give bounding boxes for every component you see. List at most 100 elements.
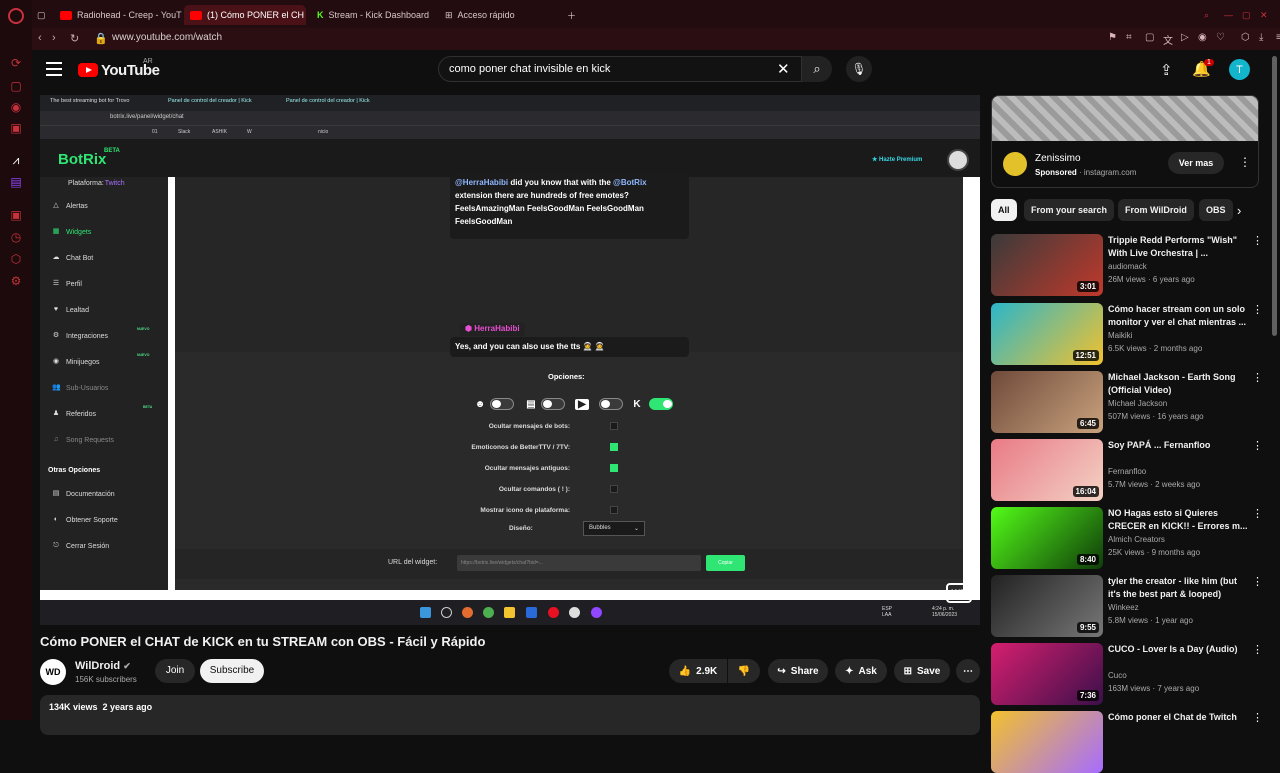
copy-button[interactable]: Copiar [706, 555, 745, 571]
recommended-video[interactable]: 3:01 Trippie Redd Performs "Wish" With Li… [991, 234, 1269, 296]
ad-cta-button[interactable]: Ver mas [1168, 152, 1224, 174]
video-thumbnail[interactable]: 12:51 [991, 303, 1103, 365]
description-box[interactable]: 134K views 2 years ago [40, 695, 980, 735]
sidebar-item[interactable]: △ Alertas [52, 202, 88, 210]
youtube-side-icon[interactable]: ▣ [8, 120, 24, 136]
translate-icon[interactable]: 文 [1163, 32, 1173, 47]
widget-url-input[interactable]: https://botrix.live/widgets/chat?bid=... [457, 555, 701, 571]
sidebar-item[interactable]: ◉ Minijuegos [52, 358, 100, 366]
sidebar-item[interactable]: ▦ Widgets [52, 228, 92, 236]
twitch-side-icon[interactable]: ▤ [8, 174, 24, 190]
youtube-toggle[interactable] [599, 398, 623, 410]
sidebar-item[interactable]: ♟ Referidos [52, 410, 96, 418]
other-option-item[interactable]: ⎋ Cerrar Sesión [52, 542, 109, 550]
channel-watermark[interactable]: WD [946, 583, 972, 603]
video-thumbnail[interactable]: 3:01 [991, 234, 1103, 296]
close-window-icon[interactable]: ✕ [1260, 5, 1268, 25]
tab-acceso-rapido[interactable]: ⊞ Acceso rápido [445, 5, 545, 25]
forward-icon[interactable]: › [52, 32, 56, 44]
recommended-video[interactable]: 9:55 tyler the creator - like him (but it… [991, 575, 1269, 637]
url-field[interactable]: www.youtube.com/watch [112, 32, 222, 43]
more-options-icon[interactable]: ⋮ [1252, 371, 1263, 384]
more-options-icon[interactable]: ⋮ [1252, 575, 1263, 588]
extension-icon[interactable]: ⬡ [1241, 32, 1250, 43]
chip-obs[interactable]: OBS [1199, 199, 1233, 221]
sidebar-item[interactable]: ♥ Lealtad [52, 306, 89, 314]
maximize-icon[interactable]: ▢ [1242, 5, 1251, 25]
recommended-video[interactable]: 8:40 NO Hagas esto si Quieres CRECER en K… [991, 507, 1269, 569]
menu-icon[interactable]: ≡ [1276, 32, 1280, 43]
channel-name[interactable]: WilDroid ✔ [75, 660, 131, 672]
clear-search-icon[interactable]: ✕ [777, 60, 790, 78]
scrollbar[interactable] [1272, 56, 1277, 336]
music-side-icon[interactable]: ▣ [8, 207, 24, 223]
tab-kick-dashboard[interactable]: K Stream - Kick Dashboard [317, 5, 447, 25]
video-thumbnail[interactable]: 16:04 [991, 439, 1103, 501]
dislike-button[interactable]: 👎 [728, 659, 760, 683]
heart-icon[interactable]: ♡ [1216, 32, 1225, 43]
snapshot-icon[interactable]: ⌗ [1126, 32, 1132, 43]
chat-icon[interactable]: ▢ [8, 78, 24, 94]
reload-icon[interactable]: ↻ [70, 32, 79, 45]
download-icon[interactable]: ⤓ [1259, 32, 1263, 43]
hamburger-menu-icon[interactable] [46, 62, 62, 76]
option-checkbox[interactable] [610, 485, 618, 493]
search-button[interactable]: ⌕ [802, 56, 832, 82]
recommended-video[interactable]: 6:45 Michael Jackson - Earth Song (Offici… [991, 371, 1269, 433]
ad-image[interactable] [992, 96, 1258, 141]
search-input[interactable]: como poner chat invisible en kick ✕ [438, 56, 802, 82]
search-tabs-icon[interactable]: ⌕ [1204, 5, 1209, 25]
design-select[interactable]: Bubbles ⌄ [583, 521, 645, 536]
video-thumbnail[interactable]: 7:36 [991, 643, 1103, 705]
account-avatar[interactable]: T [1229, 59, 1250, 80]
chevron-right-icon[interactable]: › [1237, 203, 1241, 218]
option-checkbox[interactable] [610, 506, 618, 514]
sidebar-item[interactable]: 👥 Sub-Usuarios [52, 384, 108, 392]
more-options-icon[interactable]: ⋮ [1252, 234, 1263, 247]
video-thumbnail[interactable]: 8:40 [991, 507, 1103, 569]
video-thumbnail[interactable] [991, 711, 1103, 773]
sidebar-item[interactable]: ⚙ Integraciones [52, 332, 108, 340]
new-tab-button[interactable]: ＋ [567, 5, 576, 25]
like-button[interactable]: 👍 2.9K [669, 659, 727, 683]
kick-side-icon[interactable]: ⩘ [8, 152, 24, 168]
more-actions-button[interactable]: ⋯ [956, 659, 980, 683]
option-checkbox[interactable] [610, 422, 618, 430]
upload-icon[interactable]: ⇪ [1160, 61, 1173, 79]
recommended-video[interactable]: 16:04 Soy PAPÁ ... Fernanfloo Fernanfloo 5.… [991, 439, 1269, 501]
other-option-item[interactable]: ▤ Documentación [52, 490, 115, 498]
messenger-icon[interactable]: ◉ [8, 99, 24, 115]
recommended-video[interactable]: Cómo poner el Chat de Twitch ⋮ [991, 711, 1269, 773]
history-side-icon[interactable]: ◷ [8, 229, 24, 245]
chip-all[interactable]: All [991, 199, 1017, 221]
sidebar-item[interactable]: ☁ Chat Bot [52, 254, 94, 262]
other-option-item[interactable]: ◐ Obtener Soporte [52, 516, 118, 524]
channel-avatar[interactable]: WD [40, 659, 66, 685]
vpn-icon[interactable]: ◉ [1198, 32, 1207, 43]
more-options-icon[interactable]: ⋮ [1252, 711, 1263, 724]
video-thumbnail[interactable]: 6:45 [991, 371, 1103, 433]
ad-card[interactable]: Zenissimo Sponsored · instagram.com Ver … [991, 95, 1259, 188]
more-options-icon[interactable]: ⋮ [1252, 303, 1263, 316]
bookmark-icon[interactable]: ⚑ [1108, 32, 1117, 43]
minimize-icon[interactable]: — [1224, 5, 1233, 25]
tab-como-poner[interactable]: (1) Cómo PONER el CH [184, 5, 306, 25]
twitch-toggle[interactable] [541, 398, 565, 410]
join-button[interactable]: Join [155, 659, 195, 683]
video-player[interactable]: The best streaming bot for Trovo Panel d… [40, 95, 980, 625]
recommended-video[interactable]: 12:51 Cómo hacer stream con un solo monit… [991, 303, 1269, 365]
ask-button[interactable]: ✦ Ask [835, 659, 887, 683]
play-icon[interactable]: ▷ [1181, 32, 1189, 43]
subscribe-button[interactable]: Subscribe [200, 659, 264, 683]
more-options-icon[interactable]: ⋮ [1252, 507, 1263, 520]
more-options-icon[interactable]: ⋮ [1252, 643, 1263, 656]
sidebar-item[interactable]: ♫ Song Requests [52, 436, 114, 444]
recommended-video[interactable]: 7:36 CUCO - Lover Is a Day (Audio) Cuco 163… [991, 643, 1269, 705]
option-checkbox[interactable] [610, 443, 618, 451]
tab-radiohead[interactable]: Radiohead - Creep - YouT [60, 5, 200, 25]
save-button[interactable]: ⊞ Save [894, 659, 950, 683]
more-options-icon[interactable]: ⋮ [1252, 439, 1263, 452]
aria-icon[interactable]: ⟳ [8, 55, 24, 71]
opera-logo-icon[interactable] [8, 8, 24, 24]
voice-search-button[interactable]: 🎙 [846, 56, 872, 82]
